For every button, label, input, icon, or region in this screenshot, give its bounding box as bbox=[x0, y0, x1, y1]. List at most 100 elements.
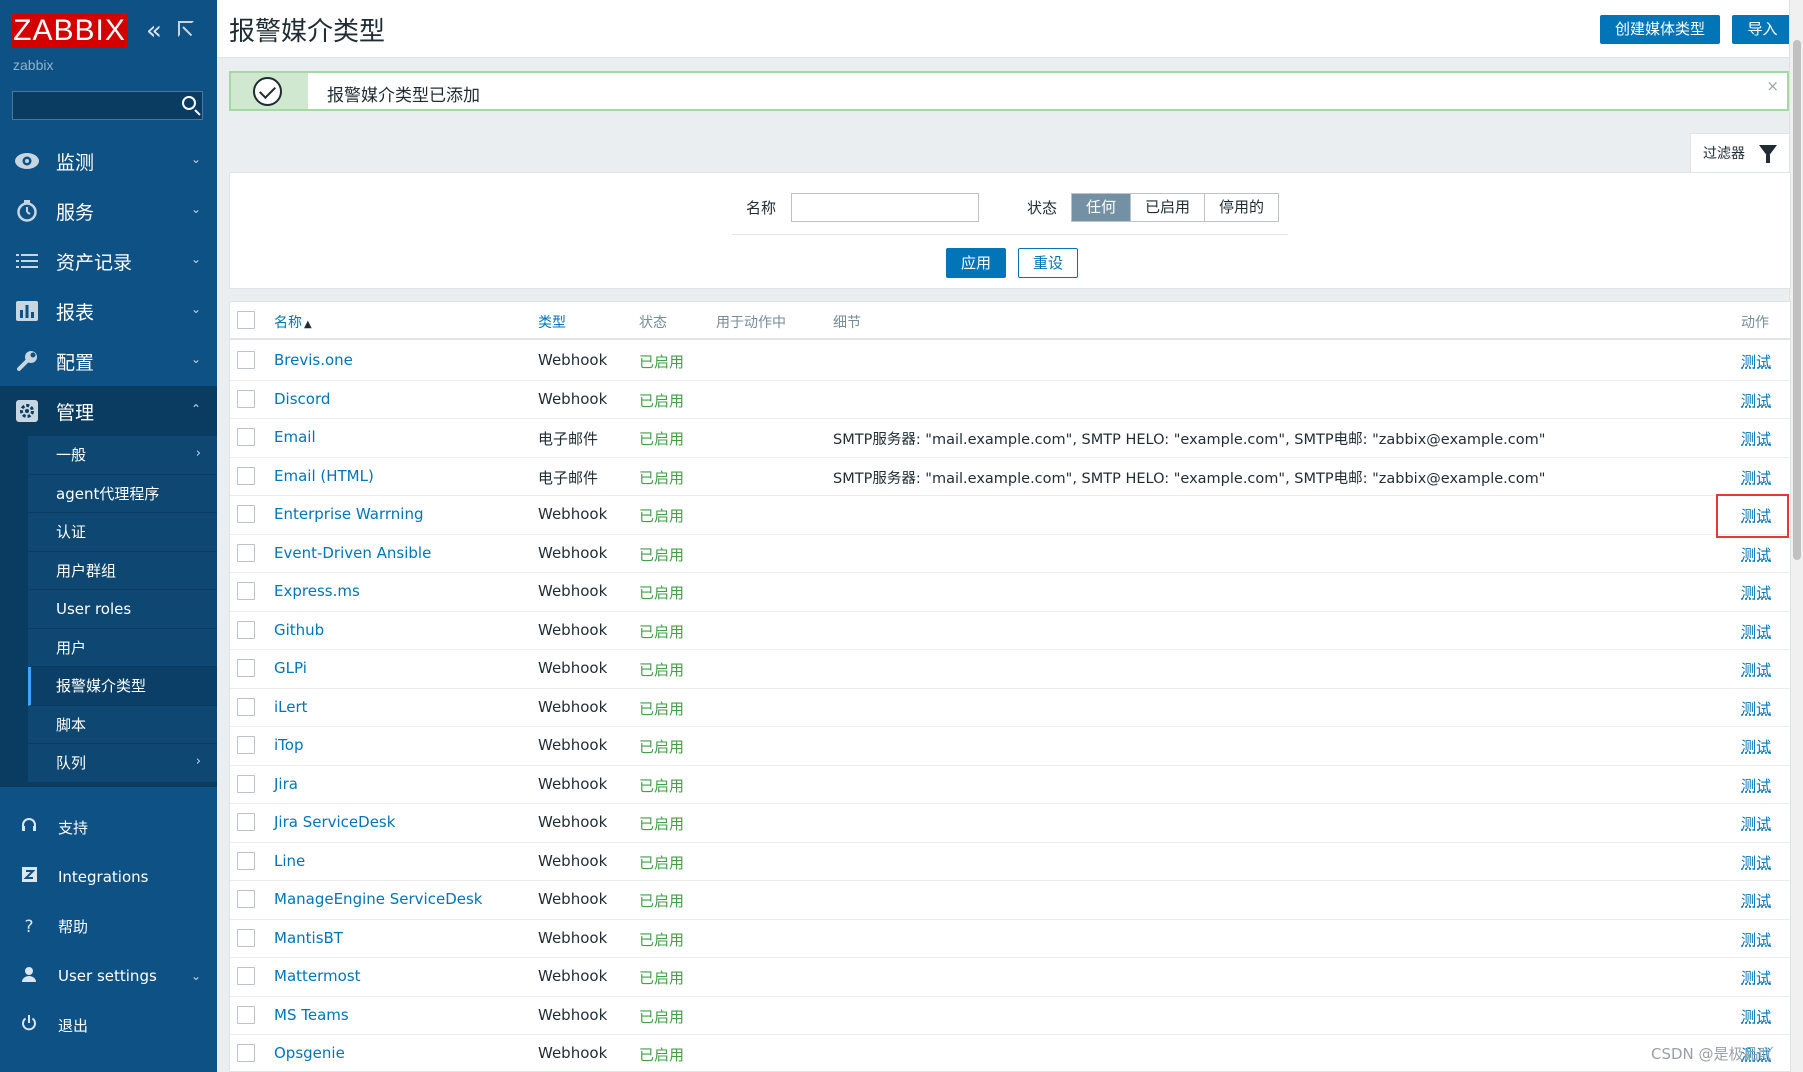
row-checkbox[interactable] bbox=[237, 697, 255, 716]
kiosk-mode-icon[interactable] bbox=[178, 21, 194, 37]
test-link[interactable]: 测试 bbox=[1741, 967, 1771, 988]
test-link[interactable]: 测试 bbox=[1741, 736, 1771, 757]
media-type-name-link[interactable]: Line bbox=[274, 852, 305, 870]
select-all-checkbox[interactable] bbox=[237, 311, 255, 329]
test-link[interactable]: 测试 bbox=[1741, 582, 1771, 603]
media-type-name-link[interactable]: Jira bbox=[274, 775, 298, 793]
media-type-name-link[interactable]: Email bbox=[274, 428, 316, 446]
media-type-name-link[interactable]: Opsgenie bbox=[274, 1044, 345, 1062]
test-link[interactable]: 测试 bbox=[1741, 890, 1771, 911]
media-type-name-link[interactable]: iTop bbox=[274, 736, 303, 754]
menu-item-help[interactable]: ? 帮助 bbox=[0, 902, 217, 952]
media-type-name-link[interactable]: Email (HTML) bbox=[274, 467, 374, 485]
row-checkbox[interactable] bbox=[237, 389, 255, 408]
apply-button[interactable]: 应用 bbox=[946, 248, 1006, 278]
media-type-status[interactable]: 已启用 bbox=[639, 390, 684, 411]
menu-item-inventory[interactable]: 资产记录 ⌄ bbox=[0, 236, 217, 286]
media-type-status[interactable]: 已启用 bbox=[639, 428, 684, 449]
test-link[interactable]: 测试 bbox=[1741, 852, 1771, 873]
media-type-status[interactable]: 已启用 bbox=[639, 659, 684, 680]
media-type-name-link[interactable]: ManageEngine ServiceDesk bbox=[274, 890, 482, 908]
scrollbar-thumb[interactable] bbox=[1793, 40, 1801, 560]
submenu-item-user-roles[interactable]: User roles bbox=[28, 590, 217, 629]
media-type-name-link[interactable]: Github bbox=[274, 621, 324, 639]
test-link[interactable]: 测试 bbox=[1741, 1006, 1771, 1027]
filter-name-input[interactable] bbox=[791, 193, 979, 222]
media-type-status[interactable]: 已启用 bbox=[639, 698, 684, 719]
media-type-status[interactable]: 已启用 bbox=[639, 505, 684, 526]
submenu-item-user-groups[interactable]: 用户群组 bbox=[28, 551, 217, 590]
media-type-name-link[interactable]: Mattermost bbox=[274, 967, 361, 985]
submenu-item-queue[interactable]: 队列 › bbox=[28, 744, 217, 783]
column-header-name[interactable]: 名称 ▲ bbox=[274, 312, 312, 332]
page-scrollbar[interactable] bbox=[1789, 0, 1803, 1072]
media-type-name-link[interactable]: Brevis.one bbox=[274, 351, 353, 369]
sidebar-search-input[interactable] bbox=[12, 91, 203, 120]
row-checkbox[interactable] bbox=[237, 543, 255, 562]
row-checkbox[interactable] bbox=[237, 774, 255, 793]
zabbix-logo[interactable]: ZABBIX bbox=[12, 14, 127, 48]
media-type-status[interactable]: 已启用 bbox=[639, 544, 684, 565]
column-header-type[interactable]: 类型 bbox=[538, 312, 566, 332]
test-link[interactable]: 测试 bbox=[1741, 929, 1771, 950]
collapse-sidebar-icon[interactable]: « bbox=[146, 18, 162, 44]
menu-item-sign-out[interactable]: 退出 bbox=[0, 1001, 217, 1051]
menu-item-reports[interactable]: 报表 ⌄ bbox=[0, 286, 217, 336]
media-type-name-link[interactable]: Enterprise Warrning bbox=[274, 505, 424, 523]
row-checkbox[interactable] bbox=[237, 428, 255, 446]
media-type-name-link[interactable]: MS Teams bbox=[274, 1006, 349, 1024]
row-checkbox[interactable] bbox=[237, 967, 255, 985]
row-checkbox[interactable] bbox=[237, 466, 255, 485]
menu-item-administration[interactable]: 管理 ⌃ bbox=[0, 386, 217, 436]
status-option-disabled[interactable]: 停用的 bbox=[1205, 194, 1279, 221]
media-type-name-link[interactable]: Event-Driven Ansible bbox=[274, 544, 431, 562]
filter-tab[interactable]: 过滤器 bbox=[1690, 133, 1790, 173]
menu-item-configuration[interactable]: 配置 ⌄ bbox=[0, 336, 217, 386]
row-checkbox[interactable] bbox=[237, 505, 255, 523]
media-type-status[interactable]: 已启用 bbox=[639, 1044, 684, 1065]
test-link[interactable]: 测试 bbox=[1741, 698, 1771, 719]
media-type-status[interactable]: 已启用 bbox=[639, 467, 684, 488]
media-type-status[interactable]: 已启用 bbox=[639, 929, 684, 950]
media-type-name-link[interactable]: iLert bbox=[274, 698, 308, 716]
submenu-item-media-types[interactable]: 报警媒介类型 bbox=[28, 667, 217, 706]
media-type-name-link[interactable]: Discord bbox=[274, 390, 330, 408]
menu-item-services[interactable]: 服务 ⌄ bbox=[0, 186, 217, 236]
media-type-status[interactable]: 已启用 bbox=[639, 351, 684, 372]
test-link[interactable]: 测试 bbox=[1741, 390, 1771, 411]
test-link[interactable]: 测试 bbox=[1741, 813, 1771, 834]
submenu-item-general[interactable]: 一般 › bbox=[28, 436, 217, 475]
media-type-status[interactable]: 已启用 bbox=[639, 1006, 684, 1027]
media-type-status[interactable]: 已启用 bbox=[639, 582, 684, 603]
row-checkbox[interactable] bbox=[237, 1044, 255, 1062]
row-checkbox[interactable] bbox=[237, 582, 255, 600]
status-option-any[interactable]: 任何 bbox=[1072, 194, 1132, 221]
row-checkbox[interactable] bbox=[237, 351, 255, 369]
row-checkbox[interactable] bbox=[237, 851, 255, 870]
media-type-status[interactable]: 已启用 bbox=[639, 967, 684, 988]
test-link[interactable]: 测试 bbox=[1741, 467, 1771, 488]
menu-item-support[interactable]: 支持 bbox=[0, 803, 217, 853]
menu-item-monitoring[interactable]: 监测 ⌄ bbox=[0, 136, 217, 186]
row-checkbox[interactable] bbox=[237, 736, 255, 754]
create-media-type-button[interactable]: 创建媒体类型 bbox=[1600, 15, 1720, 44]
submenu-item-users[interactable]: 用户 bbox=[28, 628, 217, 667]
submenu-item-scripts[interactable]: 脚本 bbox=[28, 705, 217, 744]
reset-button[interactable]: 重设 bbox=[1018, 248, 1078, 278]
media-type-status[interactable]: 已启用 bbox=[639, 852, 684, 873]
close-icon[interactable]: × bbox=[1766, 77, 1779, 95]
menu-item-integrations[interactable]: Integrations bbox=[0, 853, 217, 903]
media-type-name-link[interactable]: MantisBT bbox=[274, 929, 343, 947]
test-link[interactable]: 测试 bbox=[1741, 544, 1771, 565]
submenu-item-proxies[interactable]: agent代理程序 bbox=[28, 474, 217, 513]
media-type-name-link[interactable]: GLPi bbox=[274, 659, 307, 677]
import-button[interactable]: 导入 bbox=[1732, 15, 1793, 44]
test-link[interactable]: 测试 bbox=[1741, 659, 1771, 680]
row-checkbox[interactable] bbox=[237, 813, 255, 831]
menu-item-user-settings[interactable]: User settings ⌄ bbox=[0, 952, 217, 1002]
test-link[interactable]: 测试 bbox=[1741, 775, 1771, 796]
test-link[interactable]: 测试 bbox=[1741, 428, 1771, 449]
row-checkbox[interactable] bbox=[237, 1005, 255, 1024]
search-icon[interactable] bbox=[182, 96, 196, 110]
submenu-item-authentication[interactable]: 认证 bbox=[28, 513, 217, 552]
